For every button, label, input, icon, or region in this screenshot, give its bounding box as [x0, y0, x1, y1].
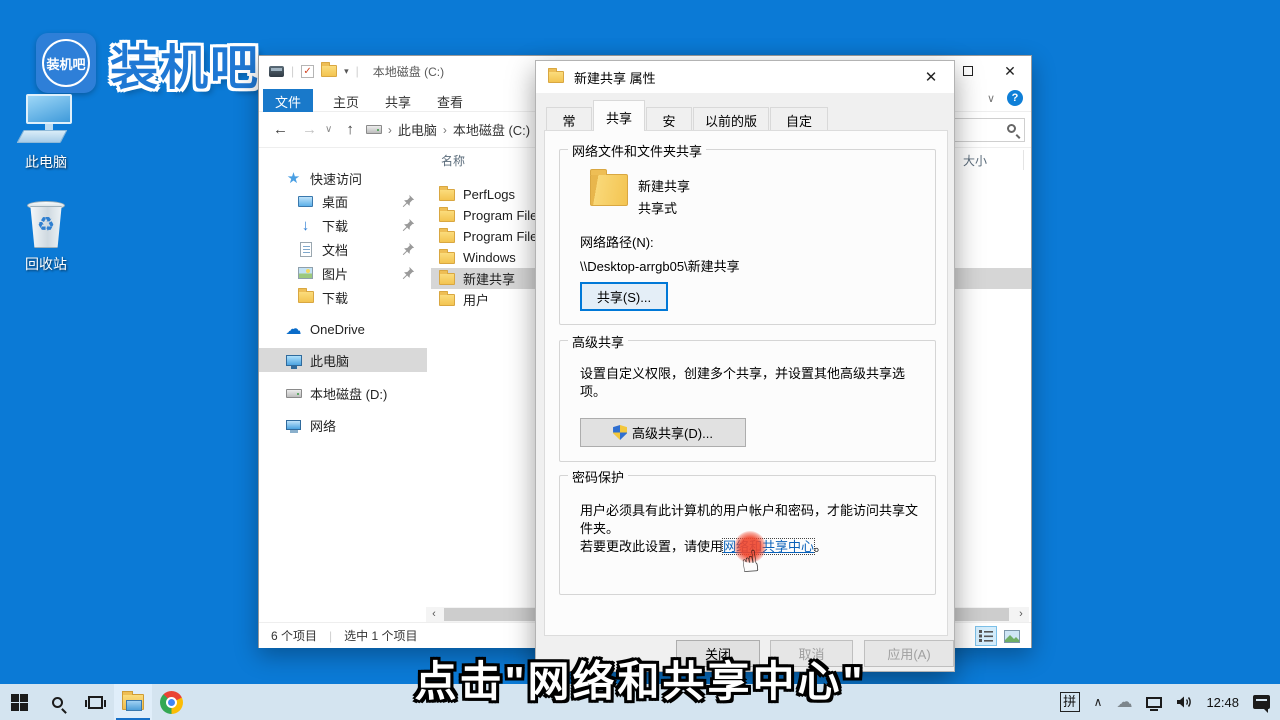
sidebar-item-network[interactable]: 网络 — [259, 413, 427, 437]
advanced-sharing-button[interactable]: 高级共享(D)... — [580, 418, 746, 447]
drive-icon — [286, 389, 302, 398]
search-icon — [1007, 124, 1016, 133]
sidebar-item-quick-access[interactable]: ★ 快速访问 — [259, 166, 427, 190]
tab-customize[interactable]: 自定义 — [770, 107, 828, 131]
scroll-right-icon[interactable]: › — [1013, 607, 1029, 622]
brand-badge: 装机吧 — [36, 33, 96, 93]
folder-icon — [439, 294, 455, 306]
share-state: 共享式 — [638, 198, 677, 217]
sidebar-item-desktop[interactable]: 桌面 — [259, 189, 427, 213]
window-title: 本地磁盘 (C:) — [373, 63, 444, 80]
dialog-titlebar: 新建共享 属性 ✕ — [536, 61, 954, 93]
sidebar-item-documents[interactable]: 文档 — [259, 237, 427, 261]
menu-tab-share[interactable]: 共享 — [373, 89, 423, 112]
tab-security[interactable]: 安全 — [646, 107, 692, 131]
sidebar-item-downloads[interactable]: ↓ 下载 — [259, 213, 427, 237]
search-input[interactable] — [953, 118, 1025, 142]
uac-shield-icon — [613, 425, 627, 440]
menu-tab-view[interactable]: 查看 — [425, 89, 475, 112]
folder-icon — [439, 273, 455, 285]
details-view-button[interactable] — [975, 626, 997, 646]
brand-logo: 装机吧 装机吧 — [36, 28, 260, 98]
up-icon[interactable]: ↑ — [346, 121, 354, 138]
pin-icon — [401, 218, 415, 232]
breadcrumb: › 此电脑 › 本地磁盘 (C:) — [366, 120, 530, 139]
desktop-icon-label: 回收站 — [0, 254, 92, 274]
group-legend: 密码保护 — [568, 467, 628, 486]
group-legend: 高级共享 — [568, 332, 628, 351]
picture-icon — [298, 267, 313, 279]
desktop-icon-label: 此电脑 — [0, 152, 92, 172]
group-legend: 网络文件和文件夹共享 — [568, 141, 706, 160]
thumbnail-view-button[interactable] — [1001, 626, 1023, 646]
sidebar-item-this-pc[interactable]: 此电脑 — [259, 348, 427, 372]
menu-tab-home[interactable]: 主页 — [321, 89, 371, 112]
back-icon[interactable]: ← — [273, 121, 288, 138]
tab-general[interactable]: 常规 — [546, 107, 592, 131]
chevron-down-icon[interactable]: ▾ — [344, 66, 349, 77]
advanced-sharing-group: 高级共享 设置自定义权限，创建多个共享，并设置其他高级共享选项。 高级共享(D)… — [559, 340, 936, 462]
window-controls: ✕ — [947, 56, 1031, 86]
share-button[interactable]: 共享(S)... — [580, 282, 668, 311]
download-icon: ↓ — [297, 217, 314, 234]
new-folder-icon[interactable] — [321, 65, 337, 77]
brand-badge-ring: 装机吧 — [42, 39, 90, 87]
tab-previous-versions[interactable]: 以前的版本 — [693, 107, 769, 131]
sidebar-item-local-disk-d[interactable]: 本地磁盘 (D:) — [259, 381, 427, 405]
pin-icon — [401, 266, 415, 280]
item-count: 6 个项目 — [271, 627, 317, 644]
sidebar-item-pictures[interactable]: 图片 — [259, 261, 427, 285]
network-icon — [286, 420, 301, 430]
desktop-icon — [298, 196, 313, 207]
folder-icon — [548, 71, 564, 83]
share-folder-name: 新建共享 — [638, 176, 690, 195]
video-caption: 点击"网络和共享中心" — [0, 648, 1280, 709]
properties-icon[interactable]: ✓ — [301, 65, 314, 78]
breadcrumb-local-disk-c[interactable]: 本地磁盘 (C:) — [453, 120, 530, 139]
brand-badge-text: 装机吧 — [46, 54, 85, 73]
breadcrumb-this-pc[interactable]: 此电脑 — [398, 120, 437, 139]
drive-icon — [366, 125, 382, 134]
folder-icon — [439, 189, 455, 201]
network-path-value: \\Desktop-arrgb05\新建共享 — [580, 256, 740, 275]
pin-icon — [401, 242, 415, 256]
onedrive-cloud-icon: ☁ — [285, 319, 302, 339]
network-share-group: 网络文件和文件夹共享 新建共享 共享式 网络路径(N): \\Desktop-a… — [559, 149, 936, 325]
scroll-left-icon[interactable]: ‹ — [426, 607, 442, 622]
desktop-icon-this-pc[interactable]: 此电脑 — [0, 92, 92, 172]
menu-tab-file[interactable]: 文件 — [263, 89, 313, 112]
folder-icon — [439, 210, 455, 222]
sidebar-item-downloads-folder[interactable]: 下载 — [259, 285, 427, 309]
ribbon-collapse-icon[interactable]: ∨ — [987, 92, 995, 105]
dialog-title: 新建共享 属性 — [574, 68, 656, 87]
star-icon: ★ — [285, 169, 302, 187]
folder-icon — [439, 231, 455, 243]
computer-icon[interactable] — [269, 66, 284, 77]
desktop-icon-recycle-bin[interactable]: ♻ 回收站 — [0, 198, 92, 274]
recycle-bin-icon: ♻ — [26, 198, 66, 250]
column-header-name[interactable]: 名称 — [441, 152, 465, 169]
document-icon — [300, 242, 312, 257]
folder-icon — [439, 252, 455, 264]
network-path-label: 网络路径(N): — [580, 232, 654, 251]
folder-icon — [298, 291, 314, 303]
help-icon[interactable]: ? — [1007, 90, 1023, 106]
sidebar-item-onedrive[interactable]: ☁ OneDrive — [259, 317, 427, 341]
recent-locations-icon[interactable]: ∨ — [325, 124, 332, 135]
forward-icon[interactable]: → — [302, 121, 317, 138]
tab-sharing[interactable]: 共享 — [593, 100, 645, 131]
selected-count: 选中 1 个项目 — [344, 627, 417, 644]
brand-name: 装机吧 — [110, 28, 260, 98]
folder-icon — [590, 174, 628, 206]
column-header-size[interactable]: 大小 — [963, 152, 987, 169]
close-button[interactable]: ✕ — [989, 56, 1031, 86]
properties-dialog: 新建共享 属性 ✕ 常规 共享 安全 以前的版本 自定义 网络文件和文件夹共享 … — [535, 60, 955, 672]
desktop: 装机吧 装机吧 此电脑 ♻ 回收站 | ✓ ▾ | 本地磁盘 (C:) — [0, 0, 1280, 720]
computer-icon — [286, 355, 302, 366]
pin-icon — [401, 194, 415, 208]
dialog-close-button[interactable]: ✕ — [908, 61, 954, 92]
quick-access-toolbar: | ✓ ▾ | — [259, 64, 359, 78]
advanced-sharing-description: 设置自定义权限，创建多个共享，并设置其他高级共享选项。 — [580, 365, 920, 401]
this-pc-icon — [18, 92, 74, 148]
